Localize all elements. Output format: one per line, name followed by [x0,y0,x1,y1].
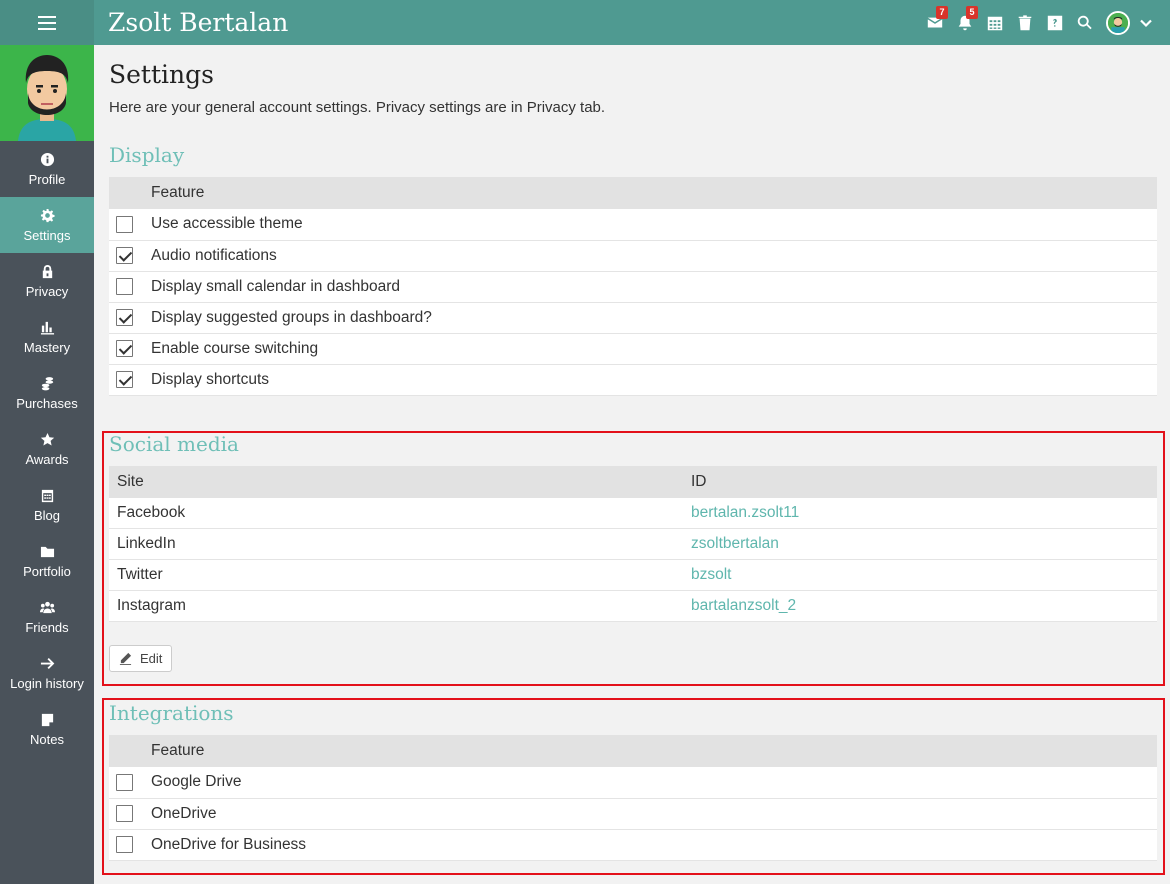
star-icon [40,432,54,445]
sidebar-item-label: Profile [28,171,66,187]
table-row: Display small calendar in dashboard [109,271,1157,303]
help-icon [1047,15,1063,30]
sidebar-item-label: Mastery [23,339,71,355]
display-shortcuts-checkbox[interactable] [116,370,133,388]
help-button[interactable] [1040,0,1070,45]
calendar-grid-icon [987,16,1003,30]
info-icon [40,152,54,166]
arrow-right-icon [40,657,54,669]
use-accessible-theme-checkbox[interactable] [116,215,133,233]
gear-icon [40,208,55,222]
sidebar-item-portfolio[interactable]: Portfolio [0,533,94,589]
checkbox-cell [109,333,151,365]
messages-button[interactable]: 7 [920,0,950,45]
sidebar-item-friends[interactable]: Friends [0,589,94,645]
calendar-button[interactable] [980,0,1010,45]
notifications-badge: 5 [966,6,978,19]
social-media-highlight-box [102,431,1165,686]
checkbox-cell [109,240,151,272]
small-calendar-checkbox[interactable] [116,277,133,295]
checkbox-cell [109,302,151,334]
table-header-row: Feature [109,177,1157,209]
feature-label: Use accessible theme [151,209,1157,241]
display-section-title: Display [109,143,185,167]
trash-button[interactable] [1010,0,1040,45]
avatar-icon [1108,12,1128,33]
sidebar-item-mastery[interactable]: Mastery [0,309,94,365]
top-icons: 7 5 [920,0,1170,45]
table-row: Use accessible theme [109,209,1157,241]
profile-photo[interactable] [0,45,94,141]
folder-icon [40,546,54,557]
page-title: Settings [109,60,214,89]
profile-avatar-icon [0,45,94,141]
notifications-button[interactable]: 5 [950,0,980,45]
sidebar-item-settings[interactable]: Settings [0,197,94,253]
sidebar-item-privacy[interactable]: Privacy [0,253,94,309]
sidebar-item-label: Awards [25,451,69,467]
top-bar: Zsolt Bertalan 7 5 [0,0,1170,45]
feature-label: Display suggested groups in dashboard? [151,302,1157,334]
hamburger-menu-button[interactable] [0,0,94,45]
checkbox-cell [109,271,151,303]
feature-label: Enable course switching [151,333,1157,365]
table-row: Audio notifications [109,240,1157,272]
table-row: Display suggested groups in dashboard? [109,302,1157,334]
search-icon [1077,15,1092,29]
sidebar-item-blog[interactable]: Blog [0,477,94,533]
sidebar-item-purchases[interactable]: Purchases [0,365,94,421]
sidebar-item-label: Purchases [16,395,78,411]
sidebar-item-notes[interactable]: Notes [0,701,94,757]
calendar-icon [41,489,53,502]
sidebar-item-label: Friends [25,619,69,635]
trash-icon [1018,14,1032,30]
feature-label: Display shortcuts [151,364,1157,396]
hamburger-icon [38,21,56,24]
suggested-groups-checkbox[interactable] [116,308,133,326]
table-row: Enable course switching [109,333,1157,365]
coins-icon [41,376,53,390]
integrations-highlight-box [102,698,1165,875]
table-header-feature: Feature [151,177,1157,209]
sidebar-item-label: Privacy [25,283,69,299]
feature-label: Audio notifications [151,240,1157,272]
chevron-down-icon [1140,19,1152,27]
sidebar-item-profile[interactable]: Profile [0,141,94,197]
users-icon [39,601,55,613]
sidebar-item-label: Blog [33,507,61,523]
page-description: Here are your general account settings. … [109,99,606,116]
lock-icon [42,264,52,278]
audio-notifications-checkbox[interactable] [116,246,133,264]
search-button[interactable] [1070,0,1100,45]
sidebar-item-label: Notes [30,731,64,747]
app-title: Zsolt Bertalan [108,8,289,37]
user-avatar[interactable] [1106,10,1130,35]
checkbox-cell [109,209,151,241]
account-dropdown-button[interactable] [1134,0,1158,45]
sidebar-item-login-history[interactable]: Login history [0,645,94,701]
sidebar-item-awards[interactable]: Awards [0,421,94,477]
sidebar-item-label: Portfolio [23,563,71,579]
bar-chart-icon [40,321,54,335]
display-table: Feature Use accessible theme Audio notif… [109,177,1157,396]
checkbox-cell [109,364,151,396]
table-row: Display shortcuts [109,364,1157,396]
messages-badge: 7 [936,6,948,19]
course-switching-checkbox[interactable] [116,339,133,357]
note-icon [41,713,53,726]
feature-label: Display small calendar in dashboard [151,271,1157,303]
sidebar-item-label: Settings [23,227,71,243]
sidebar-item-label: Login history [10,675,84,691]
sidebar: Profile Settings Privacy Mastery Purchas… [0,45,94,884]
table-header-cell [109,177,151,209]
